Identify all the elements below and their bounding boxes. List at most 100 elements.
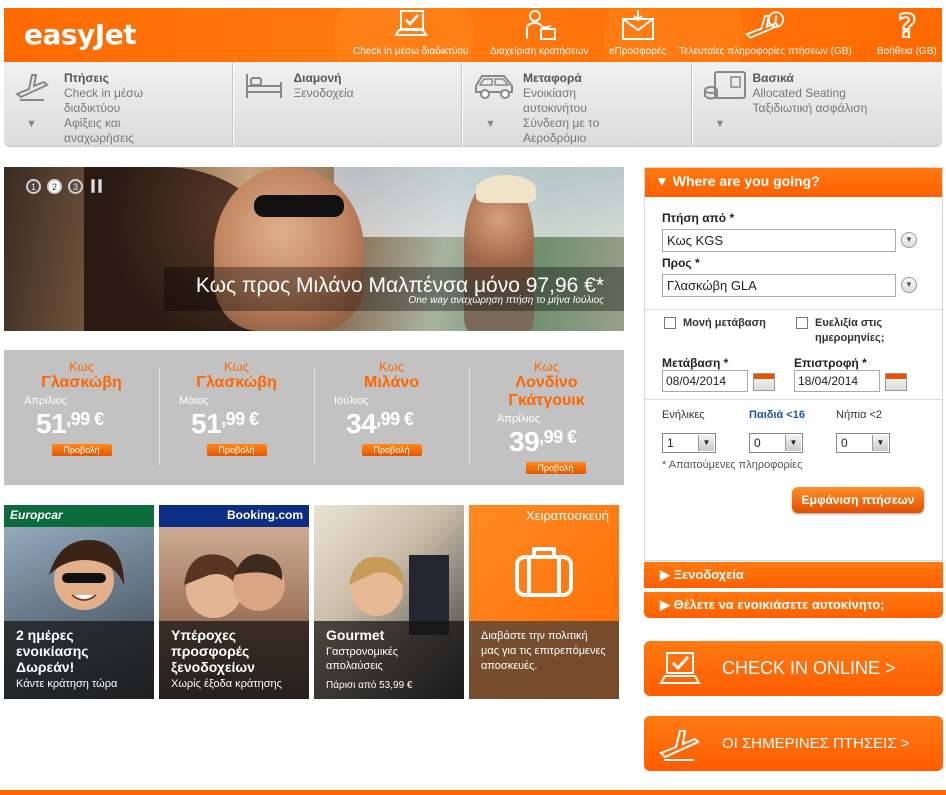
nav-flight-info[interactable]: i Τελευταίες πληροφορίες πτήσεων (GB) xyxy=(679,8,852,62)
deal-view-button[interactable]: Προβολή xyxy=(525,462,586,474)
chevron-down-icon[interactable]: ▼ xyxy=(715,118,726,130)
subnav-link[interactable]: διαδικτύου xyxy=(64,101,143,116)
children-value: 0 xyxy=(754,436,761,450)
promo-tile-gourmet[interactable]: Gourmet Γαστρονομικές απολαύσεις Πάρισι … xyxy=(314,505,464,699)
adults-select[interactable]: 1 ▼ xyxy=(662,433,716,453)
slide-pager: 1 2 3 xyxy=(26,179,103,194)
depart-label: Μετάβαση * xyxy=(662,356,729,370)
subnav-accommodation[interactable]: Διαμονή Ξενοδοχεία xyxy=(234,62,463,147)
show-flights-button[interactable]: Εμφάνιση πτήσεων xyxy=(792,487,924,513)
oneway-checkbox[interactable] xyxy=(664,317,676,329)
subnav-transport-title[interactable]: Μεταφορά xyxy=(523,71,599,86)
subnav-flights-title[interactable]: Πτήσεις xyxy=(64,71,143,86)
promo-headline: Υπέροχες προσφορές ξενοδοχείων xyxy=(171,627,255,675)
children-select[interactable]: 0 ▼ xyxy=(749,433,803,453)
subnav-link[interactable]: Αφίξεις και xyxy=(64,116,143,131)
deal-view-button[interactable]: Προβολή xyxy=(51,444,112,456)
svg-text:i: i xyxy=(774,14,778,27)
question-icon: ? xyxy=(887,8,927,42)
nav-check-in[interactable]: Check in μέσω διαδικτύου xyxy=(353,8,468,62)
accordion-hotels[interactable]: ▶ Ξενοδοχεία xyxy=(644,562,943,588)
promo-tile-europcar[interactable]: Europcar 2 ημέρες ενοικίασης Δωρεάν! Κάν… xyxy=(4,505,154,699)
return-label: Επιστροφή * xyxy=(794,356,867,370)
todays-flights-button[interactable]: ΟΙ ΣΗΜΕΡΙΝΕΣ ΠΤΗΣΕΙΣ > xyxy=(644,716,943,771)
subnav-essentials[interactable]: ▼ Βασικά Allocated Seating Ταξιδιωτική α… xyxy=(693,62,923,147)
nav-help[interactable]: ? Βοήθεια (GB) xyxy=(877,8,937,62)
to-input[interactable]: Γλασκώβη GLA xyxy=(662,274,896,297)
pause-icon[interactable] xyxy=(89,179,103,194)
promo-tile-hand-luggage[interactable]: Χειραποσκευή Διαβάστε την πολιτική μας γ… xyxy=(469,505,619,699)
check-in-online-button[interactable]: CHECK IN ONLINE > xyxy=(644,641,943,696)
calendar-icon[interactable] xyxy=(753,373,775,391)
flexible-dates-checkbox[interactable] xyxy=(796,317,808,329)
hero-image-hat xyxy=(476,175,536,203)
deal-price-dec: ,99 € xyxy=(376,409,414,429)
promo-headline: Gourmet xyxy=(326,627,385,643)
subnav-accommodation-title[interactable]: Διαμονή xyxy=(294,71,354,86)
infants-select[interactable]: 0 ▼ xyxy=(836,433,890,453)
calendar-icon[interactable] xyxy=(885,373,907,391)
deal-price: 39,99 € xyxy=(469,426,624,458)
adults-label: Ενήλικες xyxy=(662,409,705,421)
envelope-icon xyxy=(618,8,658,42)
children-label[interactable]: Παιδιά <16 xyxy=(749,409,805,421)
deal-card[interactable]: Κως Γλασκώβη Απρίλιος 51,99 € Προβολή xyxy=(4,350,159,485)
accordion-car-rental[interactable]: ▶ Θέλετε να ενοικιάσετε αυτοκίνητο; xyxy=(644,592,943,618)
infants-label: Νήπια <2 xyxy=(836,409,883,421)
nav-manage-bookings[interactable]: Διαχείριση κρατήσεων xyxy=(490,8,588,62)
deal-card[interactable]: Κως Λονδίνο Γκάτγουικ Απρίλιος 39,99 € Π… xyxy=(469,350,624,485)
nav-flight-info-label: Τελευταίες πληροφορίες πτήσεων (GB) xyxy=(679,46,852,57)
flexible-dates-label: Ευελιξία στις ημερομηνίες; xyxy=(815,317,885,344)
easyjet-logo[interactable]: easyJet xyxy=(24,18,137,51)
subnav-flights[interactable]: ▼ Πτήσεις Check in μέσω διαδικτύου Αφίξε… xyxy=(4,62,234,147)
subnav-link[interactable]: Αεροδρόμιο xyxy=(523,131,599,146)
laptop-check-icon xyxy=(391,8,431,42)
from-label: Πτήση από * xyxy=(662,211,735,225)
subnav-link[interactable]: αυτοκινήτου xyxy=(523,101,599,116)
promo-photo xyxy=(184,554,285,618)
depart-date-input[interactable]: 08/04/2014 xyxy=(662,370,748,392)
deal-card[interactable]: Κως Μιλάνο Ιούλιος 34,99 € Προβολή xyxy=(314,350,469,485)
hero-image-sunglasses xyxy=(254,195,344,217)
search-header[interactable]: ▼ Where are you going? xyxy=(645,168,942,197)
chevron-down-icon[interactable]: ▼ xyxy=(26,118,37,130)
nav-eoffers[interactable]: eΠροσφορές xyxy=(609,8,666,62)
passport-icon xyxy=(703,70,746,102)
slide-dot-3[interactable]: 3 xyxy=(68,179,83,194)
subnav-transport[interactable]: ▼ Μεταφορά Ενοικίαση αυτοκινήτου Σύνδεση… xyxy=(463,62,693,147)
subnav-link[interactable]: Ενοικίαση xyxy=(523,86,599,101)
subnav-essentials-title[interactable]: Βασικά xyxy=(753,71,868,86)
promo-subtext: Γαστρονομικές απολαύσεις xyxy=(326,646,399,672)
to-dropdown-icon[interactable]: ▼ xyxy=(901,277,917,293)
from-dropdown-icon[interactable]: ▼ xyxy=(901,232,917,248)
deal-card[interactable]: Κως Γλασκώβη Μάιος 51,99 € Προβολή xyxy=(159,350,314,485)
chevron-down-icon[interactable]: ▼ xyxy=(485,118,496,130)
deal-view-button[interactable]: Προβολή xyxy=(206,444,267,456)
subnav-link[interactable]: Check in μέσω xyxy=(64,86,143,101)
deal-view-button[interactable]: Προβολή xyxy=(361,444,422,456)
footer-divider xyxy=(0,790,946,795)
subnav-link[interactable]: Σύνδεση με το xyxy=(523,116,599,131)
adults-value: 1 xyxy=(667,436,674,450)
deal-destination: Λονδίνο Γκάτγουικ xyxy=(508,374,585,409)
subnav-link[interactable]: αναχωρήσεις xyxy=(64,131,143,146)
promo-caption: Υπέροχες προσφορές ξενοδοχείων Χωρίς έξο… xyxy=(159,621,309,699)
return-date-input[interactable]: 18/04/2014 xyxy=(794,370,880,392)
deal-price-dec: ,99 € xyxy=(539,427,577,447)
nav-help-label: Βοήθεια (GB) xyxy=(877,46,937,57)
deal-price: 34,99 € xyxy=(314,408,469,440)
subnav-link[interactable]: Ταξιδιωτική ασφάλιση xyxy=(753,101,868,116)
deal-from: Κως xyxy=(69,359,94,374)
deal-price-int: 34 xyxy=(346,408,377,439)
slide-dot-1[interactable]: 1 xyxy=(26,179,41,194)
nav-check-in-label: Check in μέσω διαδικτύου xyxy=(353,46,469,57)
flight-search-form: ▼ Where are you going? Πτήση από * Κως K… xyxy=(644,167,943,561)
subnav-link[interactable]: Allocated Seating xyxy=(753,86,868,101)
slide-dot-2[interactable]: 2 xyxy=(47,179,62,194)
deal-from: Κως xyxy=(379,359,404,374)
hero-banner[interactable]: Κως προς Μιλάνο Μαλπένσα μόνο 97,96 €* O… xyxy=(4,167,624,331)
promo-tile-booking[interactable]: Booking.com Υπέροχες προσφορές ξενοδοχεί… xyxy=(159,505,309,699)
subnav-link[interactable]: Ξενοδοχεία xyxy=(294,86,354,101)
from-input[interactable]: Κως KGS xyxy=(662,229,896,252)
person-desk-icon xyxy=(519,8,559,42)
